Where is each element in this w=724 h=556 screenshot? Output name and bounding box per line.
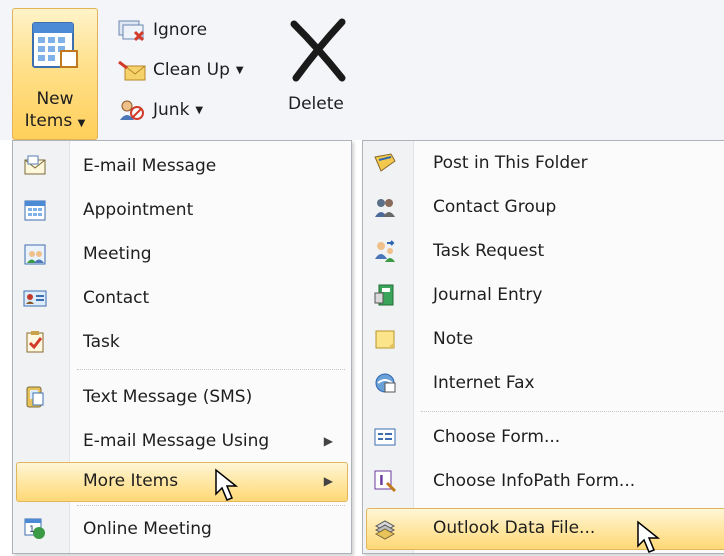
junk-icon <box>120 100 144 120</box>
new-items-button[interactable]: New Items ▼ <box>12 8 98 140</box>
menu-item-label: E-mail Message Using <box>83 431 270 451</box>
menu-item-more-items[interactable]: More Items ▶ <box>13 461 351 501</box>
calendar-icon <box>32 22 78 68</box>
menu-item-journal-entry[interactable]: Journal Entry <box>363 275 724 315</box>
menu-item-label: Note <box>433 329 474 349</box>
delete-x-icon <box>290 18 346 82</box>
menu-separator <box>77 505 345 506</box>
menu-item-label: Task <box>83 332 120 352</box>
clean-up-icon <box>118 60 146 81</box>
menu-separator <box>421 411 724 412</box>
menu-item-contact[interactable]: Contact <box>13 278 351 318</box>
dropdown-arrow-icon: ▼ <box>235 64 244 76</box>
delete-label: Delete <box>288 94 344 114</box>
clean-up-label: Clean Up <box>153 60 230 80</box>
delete-button[interactable]: Delete <box>282 8 354 128</box>
new-items-menu: E-mail Message Appointment Meeting Conta… <box>12 140 352 554</box>
new-items-label-line1: New <box>36 89 74 109</box>
menu-item-email-message[interactable]: E-mail Message <box>13 146 351 186</box>
task-request-icon <box>375 240 395 262</box>
note-icon <box>375 330 395 349</box>
more-items-menu: Post in This Folder Contact Group Task R… <box>362 140 724 554</box>
menu-item-label: Choose Form... <box>433 427 561 447</box>
menu-item-label: Outlook Data File... <box>433 518 596 538</box>
menu-item-label: More Items <box>83 471 179 491</box>
svg-text:1: 1 <box>29 525 35 535</box>
submenu-arrow-icon: ▶ <box>323 434 333 448</box>
dropdown-arrow-icon: ▼ <box>77 118 86 129</box>
menu-item-label: E-mail Message <box>83 156 217 176</box>
menu-item-label: Text Message (SMS) <box>83 387 253 407</box>
mouse-pointer-icon <box>637 520 661 553</box>
menu-item-label: Journal Entry <box>433 285 543 305</box>
menu-item-label: Appointment <box>83 200 194 220</box>
menu-item-label: Post in This Folder <box>433 153 588 173</box>
menu-item-email-message-using[interactable]: E-mail Message Using ▶ <box>13 421 351 461</box>
post-icon <box>374 153 396 172</box>
menu-item-post-in-this-folder[interactable]: Post in This Folder <box>363 143 724 183</box>
junk-button[interactable]: Junk ▼ <box>117 96 203 124</box>
menu-item-label: Online Meeting <box>83 519 212 539</box>
menu-item-label: Meeting <box>83 244 152 264</box>
menu-item-note[interactable]: Note <box>363 319 724 359</box>
contact-group-icon <box>375 199 395 217</box>
meeting-icon <box>24 244 46 265</box>
task-icon <box>26 331 44 353</box>
menu-item-choose-infopath-form[interactable]: I Choose InfoPath Form... <box>363 461 724 501</box>
svg-text:I: I <box>379 474 384 489</box>
menu-item-label: Contact Group <box>433 197 557 217</box>
clean-up-button[interactable]: Clean Up ▼ <box>117 56 244 84</box>
new-items-label-line2-row: Items ▼ <box>13 111 97 131</box>
ignore-icon <box>118 20 145 42</box>
fax-icon <box>375 373 396 393</box>
menu-item-task[interactable]: Task <box>13 322 351 362</box>
contact-card-icon <box>23 290 47 307</box>
menu-item-label: Contact <box>83 288 150 308</box>
menu-item-outlook-data-file[interactable]: Outlook Data File... <box>363 508 724 548</box>
submenu-arrow-icon: ▶ <box>323 474 333 488</box>
junk-label: Junk <box>153 100 190 120</box>
menu-item-choose-form[interactable]: Choose Form... <box>363 417 724 457</box>
dropdown-arrow-icon: ▼ <box>195 104 204 116</box>
menu-item-internet-fax[interactable]: Internet Fax <box>363 363 724 403</box>
new-items-label-line2: Items <box>24 111 73 131</box>
menu-item-text-message[interactable]: Text Message (SMS) <box>13 377 351 417</box>
sms-icon <box>26 386 44 408</box>
mouse-pointer-icon <box>215 468 239 501</box>
menu-item-label: Task Request <box>433 241 545 261</box>
journal-icon <box>374 284 394 306</box>
menu-item-online-meeting[interactable]: 1 Online Meeting <box>13 509 351 549</box>
menu-separator <box>77 369 345 370</box>
menu-item-label: Choose InfoPath Form... <box>433 471 636 491</box>
infopath-icon: I <box>374 470 397 493</box>
menu-item-label: Internet Fax <box>433 373 535 393</box>
ribbon: New Items ▼ Ignore Clean Up ▼ Junk ▼ Del… <box>0 0 724 140</box>
calendar-icon <box>24 200 46 221</box>
menu-item-meeting[interactable]: Meeting <box>13 234 351 274</box>
form-icon <box>374 428 396 446</box>
menu-item-appointment[interactable]: Appointment <box>13 190 351 230</box>
ignore-button[interactable]: Ignore <box>117 16 207 44</box>
menu-item-contact-group[interactable]: Contact Group <box>363 187 724 227</box>
menu-item-task-request[interactable]: Task Request <box>363 231 724 271</box>
email-icon <box>24 155 46 175</box>
online-meeting-icon: 1 <box>24 518 45 539</box>
ignore-label: Ignore <box>153 20 208 40</box>
data-file-icon <box>374 520 396 540</box>
